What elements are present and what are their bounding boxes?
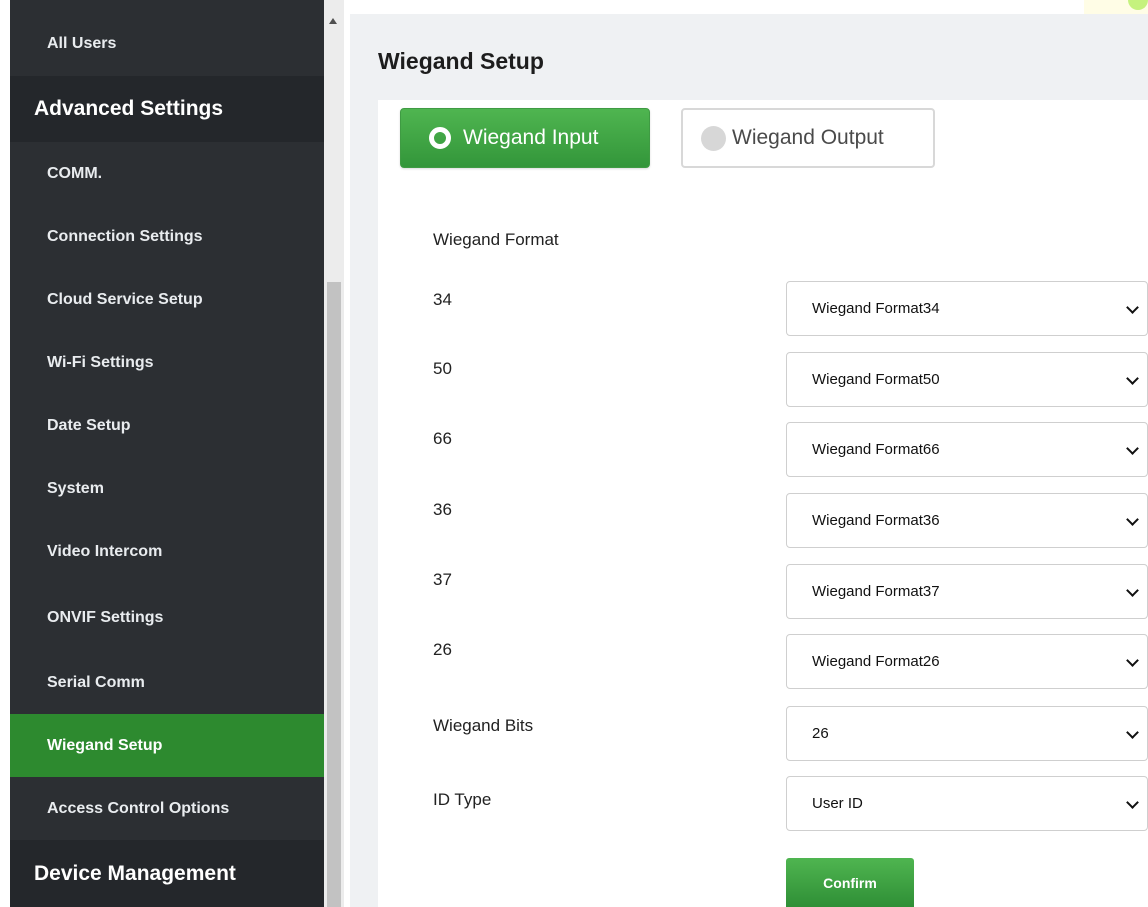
wiegand-bits-label: Wiegand Bits [433,716,534,735]
sidebar-item-date-setup[interactable]: Date Setup [10,394,324,457]
select-value: Wiegand Format26 [812,653,940,670]
sidebar-item-label: Cloud Service Setup [47,290,203,308]
chevron-down-icon [1126,442,1139,455]
sidebar-section-label: Advanced Settings [34,97,224,120]
tab-label: Wiegand Input [463,126,599,149]
sidebar-item-label: Serial Comm [47,673,145,691]
select-value: Wiegand Format66 [812,441,940,458]
sidebar-item-onvif-settings[interactable]: ONVIF Settings [10,586,324,649]
chevron-down-icon [1126,513,1139,526]
chevron-down-icon [1126,796,1139,809]
sidebar-item-connection-settings[interactable]: Connection Settings [10,205,324,268]
select-value: Wiegand Format50 [812,371,940,388]
sidebar-item-system[interactable]: System [10,457,324,520]
scroll-up-arrow-icon[interactable] [329,18,337,24]
confirm-button[interactable]: Confirm [786,858,914,907]
format-26-label: 26 [433,640,452,659]
page-title: Wiegand Setup [378,48,544,74]
sidebar-item-label: Wiegand Setup [47,736,163,754]
sidebar-item-label: ONVIF Settings [47,608,164,626]
chevron-down-icon [1126,372,1139,385]
sidebar-item-label: All Users [47,35,117,52]
wiegand-bits-select[interactable]: 26 [786,706,1148,761]
format-34-label: 34 [433,290,452,309]
sidebar-item-comm[interactable]: COMM. [10,142,324,205]
format-37-select[interactable]: Wiegand Format37 [786,564,1148,619]
format-36-label: 36 [433,500,452,519]
sidebar-item-wiegand-setup[interactable]: Wiegand Setup [10,714,324,777]
sidebar-item-serial-comm[interactable]: Serial Comm [10,651,324,714]
sidebar-item-label: COMM. [47,164,103,182]
select-value: Wiegand Format37 [812,583,940,600]
sidebar-section-label: Device Management [34,861,236,885]
sidebar-item-label: Connection Settings [47,227,203,245]
sidebar-item-cloud-service-setup[interactable]: Cloud Service Setup [10,268,324,331]
select-value: User ID [812,795,863,812]
chevron-down-icon [1126,301,1139,314]
sidebar-item-label: Date Setup [47,416,131,434]
format-36-select[interactable]: Wiegand Format36 [786,493,1148,548]
sidebar-item-label: Wi-Fi Settings [47,353,154,371]
tab-label: Wiegand Output [732,126,884,149]
sidebar-item-label: Access Control Options [47,799,230,817]
select-value: Wiegand Format36 [812,512,940,529]
format-66-label: 66 [433,429,452,448]
chevron-down-icon [1126,726,1139,739]
format-37-label: 37 [433,570,452,589]
sidebar-item-all-users[interactable]: All Users [10,12,324,76]
radio-selected-icon [429,127,451,149]
sidebar-item-label: System [47,479,104,497]
settings-card: Wiegand Input Wiegand Output Wiegand For… [378,100,1148,907]
sidebar-item-access-control-options[interactable]: Access Control Options [10,777,324,840]
sidebar-item-label: Video Intercom [47,542,163,560]
sidebar-section-advanced-settings[interactable]: Advanced Settings [10,76,324,142]
tab-wiegand-input[interactable]: Wiegand Input [400,108,650,168]
id-type-select[interactable]: User ID [786,776,1148,831]
sidebar-item-wifi-settings[interactable]: Wi-Fi Settings [10,331,324,394]
sidebar-scrollbar[interactable] [324,0,344,907]
select-value: 26 [812,725,829,742]
wiegand-format-heading: Wiegand Format [433,230,559,249]
format-34-select[interactable]: Wiegand Format34 [786,281,1148,336]
chevron-down-icon [1126,584,1139,597]
select-value: Wiegand Format34 [812,300,940,317]
id-type-label: ID Type [433,790,492,809]
sidebar-section-device-management[interactable]: Device Management [10,840,324,907]
sidebar-item-video-intercom[interactable]: Video Intercom [10,520,324,583]
sidebar: All Users Advanced Settings COMM. Connec… [10,0,324,907]
main-content: Wiegand Setup Wiegand Input Wiegand Outp… [350,14,1148,907]
scrollbar-thumb[interactable] [327,282,341,907]
format-50-label: 50 [433,359,452,378]
tab-wiegand-output[interactable]: Wiegand Output [681,108,935,168]
format-66-select[interactable]: Wiegand Format66 [786,422,1148,477]
radio-unselected-icon [701,125,726,151]
format-26-select[interactable]: Wiegand Format26 [786,634,1148,689]
format-50-select[interactable]: Wiegand Format50 [786,352,1148,407]
chevron-down-icon [1126,654,1139,667]
